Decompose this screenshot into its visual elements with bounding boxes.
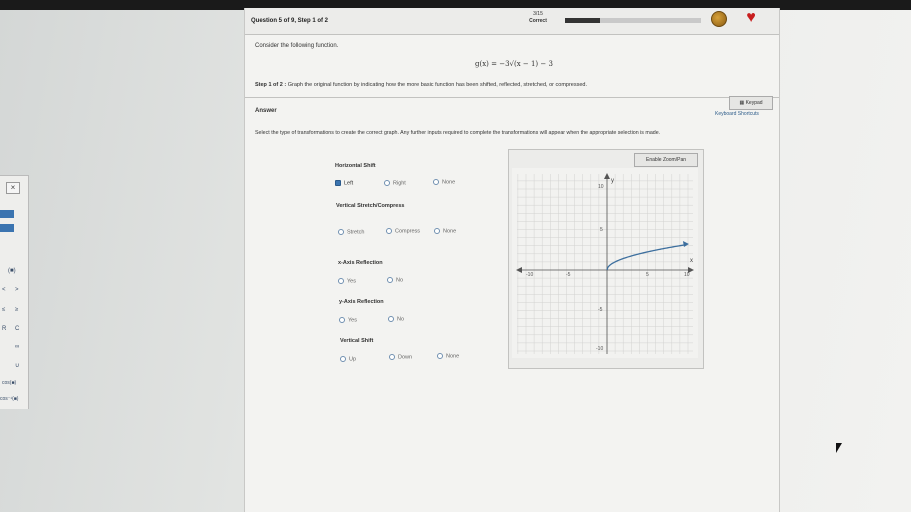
- horizontal-shift-right-radio[interactable]: Right: [384, 180, 406, 186]
- radio-icon: [388, 316, 394, 322]
- vertical-shift-down-radio[interactable]: Down: [389, 354, 412, 360]
- divider: [245, 97, 779, 98]
- vertical-shift-none-radio[interactable]: None: [437, 353, 459, 359]
- vertical-none-radio[interactable]: None: [434, 228, 456, 234]
- coordinate-graph[interactable]: x y -10 -5 5 10 10 5 -5 -10: [512, 168, 698, 358]
- score-display: 3/15 Correct: [521, 11, 555, 25]
- keypad-key[interactable]: ≤: [2, 307, 5, 313]
- graph-background: [512, 168, 698, 358]
- x-reflection-title: x-Axis Reflection: [338, 260, 383, 266]
- y-tick-label: 5: [600, 227, 603, 233]
- option-label: Right: [393, 180, 406, 187]
- keypad-key[interactable]: (■): [8, 268, 16, 274]
- radio-icon: [389, 354, 395, 360]
- radio-icon: [340, 356, 346, 362]
- radio-icon: [384, 180, 390, 186]
- keypad-key[interactable]: R: [2, 326, 6, 332]
- function-formula: g(x) = −3√(x − 1) − 3: [475, 60, 553, 68]
- step-text: Graph the original function by indicatin…: [287, 82, 588, 88]
- keypad-key[interactable]: C: [15, 326, 19, 332]
- x-tick-label: -10: [526, 272, 533, 278]
- vertical-shift-up-radio[interactable]: Up: [340, 356, 356, 362]
- radio-icon: [434, 228, 440, 234]
- keypad-button[interactable]: ▦ Keypad: [729, 96, 773, 110]
- vertical-compress-radio[interactable]: Compress: [386, 228, 420, 234]
- option-label: Yes: [347, 278, 356, 285]
- x-tick-label: -5: [566, 272, 571, 278]
- vertical-stretch-radio[interactable]: Stretch: [338, 229, 364, 235]
- answer-label: Answer: [255, 108, 277, 114]
- option-label: None: [443, 228, 457, 235]
- y-tick-label: -10: [596, 346, 603, 352]
- answer-instructions: Select the type of transformations to cr…: [255, 130, 661, 136]
- x-reflection-yes-radio[interactable]: Yes: [338, 278, 356, 284]
- radio-icon: [386, 228, 392, 234]
- radio-icon: [338, 229, 344, 235]
- option-label: No: [397, 316, 405, 323]
- keypad-key[interactable]: ∪: [15, 362, 19, 369]
- y-reflection-yes-radio[interactable]: Yes: [339, 317, 357, 323]
- keypad-key[interactable]: cos⁻¹(■): [0, 396, 18, 402]
- score-status: Correct: [529, 18, 547, 24]
- option-label: None: [446, 353, 460, 360]
- option-label: No: [396, 277, 404, 284]
- keypad-key[interactable]: ∞: [15, 344, 19, 350]
- close-keypad-button[interactable]: ×: [6, 182, 20, 194]
- option-label: Compress: [395, 228, 421, 235]
- y-reflection-title: y-Axis Reflection: [339, 299, 384, 305]
- radio-icon: [437, 353, 443, 359]
- horizontal-shift-none-radio[interactable]: None: [433, 179, 455, 185]
- progress-fill: [565, 18, 601, 23]
- score-value: 3/15: [533, 11, 543, 17]
- vertical-shift-title: Vertical Shift: [340, 338, 374, 344]
- y-reflection-no-radio[interactable]: No: [388, 316, 404, 322]
- x-axis-label: x: [690, 258, 693, 264]
- step-instruction: Step 1 of 2 : Graph the original functio…: [255, 82, 770, 88]
- radio-checked-icon: [335, 180, 341, 186]
- option-label: Stretch: [347, 229, 365, 236]
- step-label: Step 1 of 2 :: [255, 82, 287, 88]
- heart-icon[interactable]: ♥: [742, 10, 760, 26]
- progress-bar: [565, 18, 701, 23]
- y-tick-label: -5: [598, 307, 603, 313]
- radio-icon: [433, 179, 439, 185]
- x-tick-label: 10: [684, 272, 690, 278]
- keypad-key[interactable]: >: [15, 287, 19, 293]
- consider-text: Consider the following function.: [255, 43, 339, 49]
- horizontal-shift-title: Horizontal Shift: [335, 163, 376, 169]
- option-label: None: [442, 179, 456, 186]
- keyboard-shortcuts-link[interactable]: Keyboard Shortcuts: [715, 111, 759, 117]
- enable-zoom-pan-button[interactable]: Enable Zoom/Pan: [634, 153, 698, 167]
- radio-icon: [339, 317, 345, 323]
- keypad-tab-icon[interactable]: [0, 224, 14, 232]
- horizontal-shift-left-radio[interactable]: Left: [335, 180, 353, 186]
- keypad-key[interactable]: ≥: [15, 307, 18, 313]
- y-axis-label: y: [611, 178, 614, 184]
- option-label: Up: [349, 356, 357, 363]
- question-header: Question 5 of 9, Step 1 of 2 3/15 Correc…: [245, 8, 779, 35]
- radio-icon: [338, 278, 344, 284]
- y-tick-label: 10: [598, 184, 604, 190]
- question-label: Question 5 of 9, Step 1 of 2: [251, 18, 329, 24]
- vertical-stretch-title: Vertical Stretch/Compress: [336, 203, 405, 209]
- keypad-tab-icon[interactable]: [0, 210, 14, 218]
- coin-icon[interactable]: [711, 11, 727, 27]
- keypad-key[interactable]: cos(■): [2, 380, 16, 386]
- keypad-panel: × (■) < > ≤ ≥ R C ∞ ∪ cos(■) cos⁻¹(■): [0, 175, 29, 409]
- option-label: Left: [344, 180, 354, 187]
- radio-icon: [387, 277, 393, 283]
- keypad-key[interactable]: <: [2, 287, 6, 293]
- x-reflection-no-radio[interactable]: No: [387, 277, 403, 283]
- keypad-button-label: Keypad: [745, 100, 763, 106]
- option-label: Yes: [348, 317, 357, 324]
- mouse-cursor-icon: [836, 443, 842, 453]
- x-tick-label: 5: [646, 272, 649, 278]
- option-label: Down: [398, 354, 413, 361]
